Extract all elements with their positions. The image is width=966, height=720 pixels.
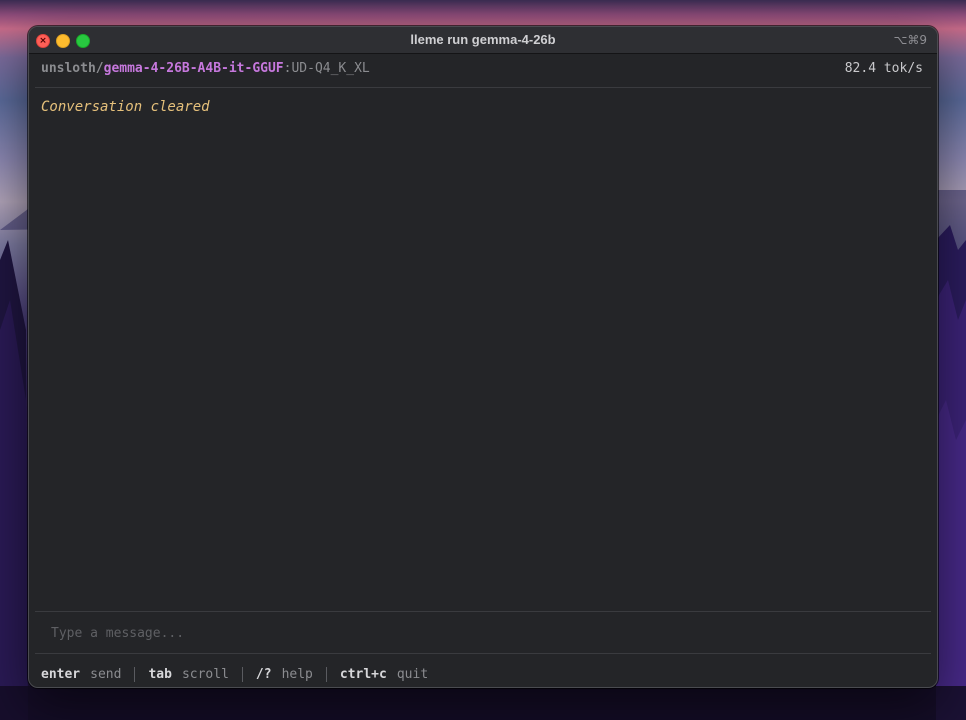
hint-key: /? [255, 666, 272, 682]
terminal-window: × lleme run gemma-4-26b ⌥⌘9 unsloth/gemm… [28, 26, 938, 688]
hint-description: help [281, 666, 313, 682]
input-divider [35, 611, 931, 612]
hint-tab-scroll: tab scroll [134, 666, 241, 682]
hint-key: enter [41, 666, 81, 682]
message-input[interactable] [43, 619, 923, 647]
hint-description: quit [396, 666, 429, 682]
hint-key: tab [148, 666, 172, 682]
message-input-row [43, 619, 923, 647]
model-status-bar: unsloth/gemma-4-26B-A4B-it-GGUF:UD-Q4_K_… [41, 58, 923, 80]
hint-key: ctrl+c [339, 666, 387, 682]
system-message: Conversation cleared [41, 99, 210, 115]
window-titlebar[interactable]: × lleme run gemma-4-26b ⌥⌘9 [29, 27, 937, 54]
header-divider [35, 87, 931, 88]
chat-transcript[interactable]: Conversation cleared [41, 99, 925, 607]
hint-description: scroll [181, 666, 229, 682]
model-owner: unsloth/ [41, 61, 104, 76]
hint-help: /? help [241, 666, 326, 682]
hint-ctrl-c-quit: ctrl+c quit [325, 666, 441, 682]
window-title: lleme run gemma-4-26b [410, 32, 556, 47]
tokens-per-second: 82.4 tok/s [844, 61, 923, 76]
model-name: gemma-4-26B-A4B-it-GGUF [103, 61, 284, 76]
hint-description: send [90, 666, 122, 682]
window-shortcut-label: ⌥⌘9 [893, 33, 927, 47]
model-quantization: :UD-Q4_K_XL [283, 61, 370, 76]
hint-enter-send: enter send [41, 667, 134, 682]
footer-divider [35, 653, 931, 654]
keybinding-footer: enter send tab scroll /? help ctrl+c qui… [41, 663, 925, 685]
